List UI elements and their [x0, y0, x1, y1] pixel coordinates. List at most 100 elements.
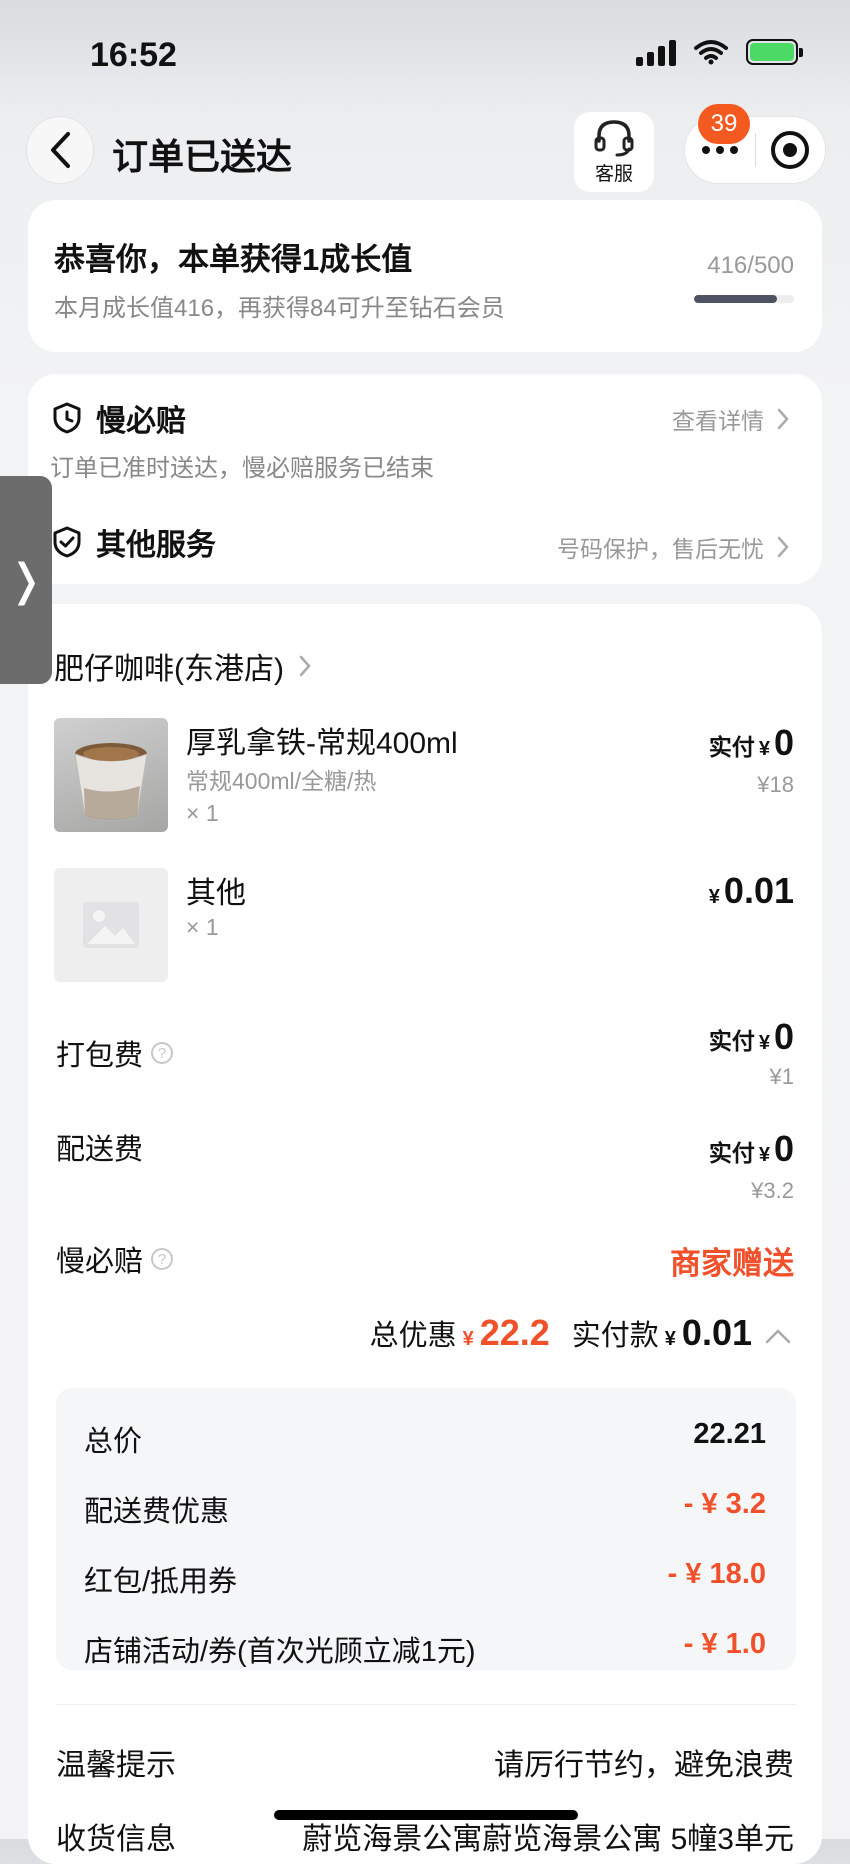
item-paid: 实付 ¥ 0: [709, 722, 794, 764]
growth-progress-bar: [694, 295, 794, 303]
notification-badge: 39: [698, 104, 750, 144]
yen-symbol: ¥: [758, 1032, 770, 1054]
store-name: 肥仔咖啡(东港店): [54, 653, 284, 686]
packing-fee-label: 打包费 ?: [56, 1032, 174, 1074]
status-time: 16:52: [90, 36, 177, 74]
slow-pay-title: 慢必赔: [96, 405, 186, 438]
delivery-fee-paid: 实付 ¥ 0: [709, 1128, 794, 1170]
coffee-cup-image: [74, 743, 148, 821]
order-card: 肥仔咖啡(东港店) 厚乳拿铁-常规400ml 常规400ml/全糖/热 × 1 …: [28, 604, 822, 1864]
paid-label: 实付: [708, 1028, 755, 1054]
target-close-icon: [771, 131, 810, 169]
delivery-info-row[interactable]: 收货信息 蔚览海景公寓蔚览海景公寓 5幢3单元: [56, 1814, 794, 1858]
slow-pay-subtitle: 订单已准时送达，慢必赔服务已结束: [50, 455, 434, 482]
slow-pay-row: 慢必赔: [52, 396, 186, 440]
price-breakdown: 总价 22.21 配送费优惠 - ¥ 3.2 红包/抵用券 - ¥ 18.0 店…: [56, 1388, 796, 1670]
paid-label: 实付: [708, 734, 755, 760]
image-placeholder-icon: [83, 902, 139, 948]
paid-amount: 0: [773, 1128, 794, 1169]
chevron-left-icon: [51, 132, 70, 168]
item-qty: × 1: [186, 800, 219, 826]
delivery-fee-label: 配送费: [56, 1126, 143, 1168]
paid-amount: 0: [773, 1016, 794, 1057]
breakdown-value: - ¥ 1.0: [683, 1628, 766, 1660]
paid-label: 实付: [708, 1140, 755, 1166]
home-indicator: [274, 1810, 578, 1820]
chevron-right-icon: [299, 655, 311, 677]
item-thumbnail-latte[interactable]: [54, 718, 168, 832]
growth-progress-fill: [694, 295, 778, 303]
item-name: 厚乳拿铁-常规400ml: [186, 727, 458, 760]
shield-check-icon: [53, 526, 81, 558]
breakdown-value: - ¥ 3.2: [683, 1488, 766, 1520]
payment-summary[interactable]: 总优惠 ¥ 22.2 实付款 ¥ 0.01: [370, 1312, 792, 1354]
packing-fee-text: 打包费: [56, 1040, 144, 1072]
services-card: 慢必赔 查看详情 订单已准时送达，慢必赔服务已结束 其他服务 号码保护，售后无忧: [28, 374, 822, 584]
original-price: ¥18: [757, 772, 794, 797]
wifi-icon: [694, 40, 728, 65]
customer-service-button[interactable]: 客服: [574, 112, 654, 192]
slow-pay-detail-link[interactable]: 查看详情: [672, 402, 790, 436]
breakdown-row-coupon: 红包/抵用券 - ¥ 18.0: [84, 1558, 766, 1600]
chevron-right-icon: [777, 536, 789, 558]
breakdown-value: 22.21: [693, 1418, 766, 1450]
item-thumbnail-placeholder[interactable]: [54, 868, 168, 982]
tip-value: 请厉行节约，避免浪费: [494, 1749, 794, 1782]
yen-symbol: ¥: [758, 738, 770, 760]
delivery-fee-original: ¥3.2: [751, 1178, 794, 1203]
other-services-row: 其他服务: [52, 520, 216, 564]
yen-symbol: ¥: [708, 886, 720, 908]
total-discount-label: 总优惠: [369, 1320, 457, 1352]
chevron-right-icon: [777, 408, 789, 430]
slow-pay-fee-text: 慢必赔: [56, 1246, 144, 1278]
actual-paid-amount: 0.01: [681, 1312, 752, 1353]
tip-label: 温馨提示: [56, 1749, 176, 1782]
close-miniapp-button[interactable]: [756, 117, 826, 183]
customer-service-label: 客服: [594, 163, 633, 185]
breakdown-label: 红包/抵用券: [84, 1566, 238, 1598]
help-icon[interactable]: ?: [151, 1248, 174, 1270]
store-link[interactable]: 肥仔咖啡(东港店): [54, 644, 312, 688]
item-spec: 常规400ml/全糖/热: [186, 768, 377, 794]
breakdown-label: 店铺活动/券(首次光顾立减1元): [84, 1636, 476, 1668]
help-icon[interactable]: ?: [151, 1042, 174, 1064]
headset-icon: [594, 119, 634, 156]
side-float-tab[interactable]: ❭: [0, 476, 52, 684]
more-dots-icon: [701, 146, 738, 154]
growth-progress-text: 416/500: [707, 252, 794, 279]
section-divider: [56, 1704, 796, 1705]
item-qty: × 1: [186, 914, 219, 940]
other-services-link-text: 号码保护，售后无忧: [557, 536, 764, 562]
status-icons: [636, 38, 803, 66]
other-services-link[interactable]: 号码保护，售后无忧: [557, 530, 790, 564]
tip-row: 温馨提示 请厉行节约，避免浪费: [56, 1740, 794, 1784]
page-title: 订单已送达: [112, 136, 293, 177]
packing-fee-original: ¥1: [769, 1064, 794, 1089]
delivery-info-label: 收货信息: [56, 1823, 176, 1856]
back-button[interactable]: [26, 116, 94, 184]
chevron-right-icon: ❭: [7, 555, 45, 605]
item-paid: ¥ 0.01: [709, 870, 794, 912]
signal-icon: [636, 38, 676, 66]
yen-symbol: ¥: [462, 1328, 474, 1350]
growth-card[interactable]: 恭喜你，本单获得1成长值 本月成长值416，再获得84可升至钻石会员 416/5…: [28, 200, 822, 352]
packing-fee-paid: 实付 ¥ 0: [709, 1016, 794, 1058]
paid-amount: 0: [773, 722, 794, 763]
chevron-up-icon: [765, 1329, 791, 1344]
battery-icon: [746, 39, 803, 65]
breakdown-label: 总价: [84, 1426, 143, 1458]
yen-symbol: ¥: [758, 1144, 770, 1166]
growth-subtitle: 本月成长值416，再获得84可升至钻石会员: [54, 295, 505, 322]
yen-symbol: ¥: [664, 1328, 676, 1350]
breakdown-value: - ¥ 18.0: [667, 1558, 766, 1590]
paid-amount: 0.01: [723, 870, 794, 911]
actual-paid-label: 实付款: [571, 1320, 659, 1352]
breakdown-row-store-promo: 店铺活动/券(首次光顾立减1元) - ¥ 1.0: [84, 1628, 766, 1670]
other-services-title: 其他服务: [96, 529, 216, 562]
breakdown-row-delivery-discount: 配送费优惠 - ¥ 3.2: [84, 1488, 766, 1530]
slow-pay-link-text: 查看详情: [672, 408, 764, 434]
clock-shield-icon: [53, 402, 81, 434]
growth-title: 恭喜你，本单获得1成长值: [54, 242, 413, 277]
breakdown-row-total: 总价 22.21: [84, 1418, 766, 1460]
delivery-info-value: 蔚览海景公寓蔚览海景公寓 5幢3单元: [302, 1823, 794, 1856]
